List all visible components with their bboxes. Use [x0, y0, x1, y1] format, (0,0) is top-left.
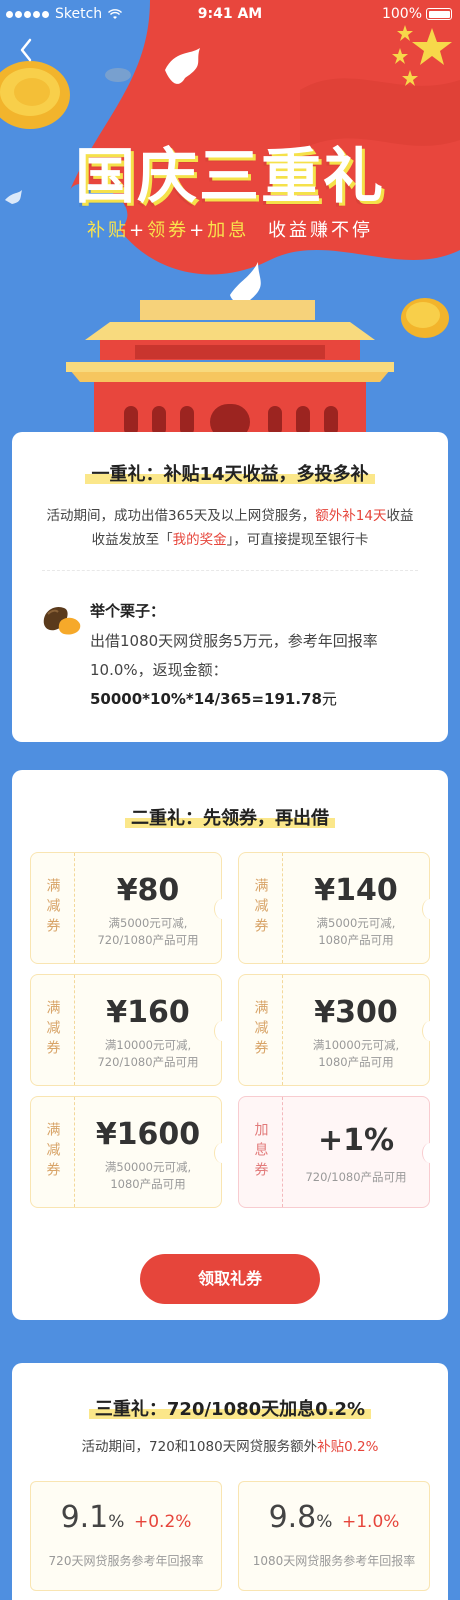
coupon-amount: ¥300 — [314, 995, 398, 1030]
status-bar: Sketch 9:41 AM 100% — [0, 0, 460, 28]
coupon-type: 满减券 — [31, 1097, 75, 1207]
coupon-amount: +1% — [317, 1123, 395, 1158]
coupon-condition: 满5000元可减, 1080产品可用 — [316, 916, 396, 947]
coupon-condition: 720/1080产品可用 — [305, 1170, 407, 1184]
example-block: 举个栗子： 出借1080天网贷服务5万元，参考年回报率10.0%，返现金额： 5… — [90, 600, 430, 714]
gift2-card: 二重礼：先领券，再出借 满减券 ¥80 满5000元可减, 720/1080产品可… — [12, 770, 448, 1320]
coupon-amount: ¥160 — [106, 995, 190, 1030]
coupon-condition: 满50000元可减, 1080产品可用 — [104, 1160, 192, 1191]
coupon-condition: 满5000元可减, 720/1080产品可用 — [97, 916, 199, 947]
coupon-card[interactable]: 满减券 ¥300 满10000元可减, 1080产品可用 — [238, 974, 438, 1086]
hero-subtitle: 补贴+领券+加息 收益赚不停 — [87, 220, 373, 241]
coupon-type: 满减券 — [31, 853, 75, 963]
coupon-card[interactable]: 满减券 ¥160 满10000元可减, 720/1080产品可用 — [30, 974, 230, 1086]
example-title: 举个栗子： — [90, 602, 166, 620]
hero-banner: Sketch 9:41 AM 100% 国庆三重礼 补贴+领券+加息 收益赚不停 — [0, 0, 460, 440]
coupon-condition: 满10000元可减, 720/1080产品可用 — [97, 1038, 199, 1069]
tiananmen-illustration — [66, 300, 394, 440]
coupon-type: 满减券 — [239, 853, 283, 963]
section-title: 三重礼：720/1080天加息0.2% — [12, 1395, 448, 1421]
divider — [42, 570, 418, 571]
claim-coupons-button[interactable]: 领取礼券 — [140, 1254, 320, 1304]
coupon-amount: ¥80 — [116, 873, 180, 908]
coupon-card[interactable]: 满减券 ¥80 满5000元可减, 720/1080产品可用 — [30, 852, 230, 964]
interest-coupon-card[interactable]: 加息券 +1% 720/1080产品可用 — [238, 1096, 438, 1208]
coin-icon — [0, 61, 70, 129]
example-formula: 50000*10%*14/365=191.78元 — [90, 690, 337, 708]
coupon-type: 满减券 — [31, 975, 75, 1085]
rate-label: 1080天网贷服务参考年回报率 — [252, 1554, 416, 1568]
rate-value: 9.1% +0.2% — [60, 1500, 192, 1535]
coupon-type: 满减券 — [239, 975, 283, 1085]
gift1-description: 活动期间，成功出借365天及以上网贷服务，额外补14天收益 收益发放至「我的奖金… — [46, 508, 414, 548]
coupon-amount: ¥1600 — [95, 1117, 201, 1152]
rate-card: 9.8% +1.0% 1080天网贷服务参考年回报率 — [238, 1481, 430, 1591]
coupon-type: 加息券 — [239, 1097, 283, 1207]
battery-icon — [426, 8, 452, 20]
coupon-card[interactable]: 满减券 ¥1600 满50000元可减, 1080产品可用 — [30, 1096, 230, 1208]
my-bonus-link[interactable]: 我的奖金 — [173, 532, 227, 548]
gift3-description: 活动期间，720和1080天网贷服务额外补贴0.2% — [81, 1439, 379, 1455]
coin-icon — [401, 298, 449, 338]
gift1-card: 一重礼：补贴14天收益，多投多补 活动期间，成功出借365天及以上网贷服务，额外… — [12, 432, 448, 742]
rate-value: 9.8% +1.0% — [268, 1500, 400, 1535]
section-title: 一重礼：补贴14天收益，多投多补 — [12, 460, 448, 486]
coupon-amount: ¥140 — [314, 873, 398, 908]
coupon-condition: 满10000元可减, 1080产品可用 — [312, 1038, 400, 1069]
section-title: 二重礼：先领券，再出借 — [12, 804, 448, 830]
back-arrow-icon[interactable] — [14, 36, 38, 64]
chestnut-icon — [43, 606, 81, 635]
gift3-card: 三重礼：720/1080天加息0.2% 活动期间，720和1080天网贷服务额外… — [12, 1363, 448, 1600]
rate-label: 720天网贷服务参考年回报率 — [48, 1554, 204, 1568]
rate-card: 9.1% +0.2% 720天网贷服务参考年回报率 — [30, 1481, 222, 1591]
coupon-card[interactable]: 满减券 ¥140 满5000元可减, 1080产品可用 — [238, 852, 438, 964]
battery-percent: 100% — [381, 6, 422, 22]
example-text: 出借1080天网贷服务5万元，参考年回报率10.0%，返现金额： — [90, 632, 378, 679]
page-title: 国庆三重礼 — [75, 142, 385, 212]
